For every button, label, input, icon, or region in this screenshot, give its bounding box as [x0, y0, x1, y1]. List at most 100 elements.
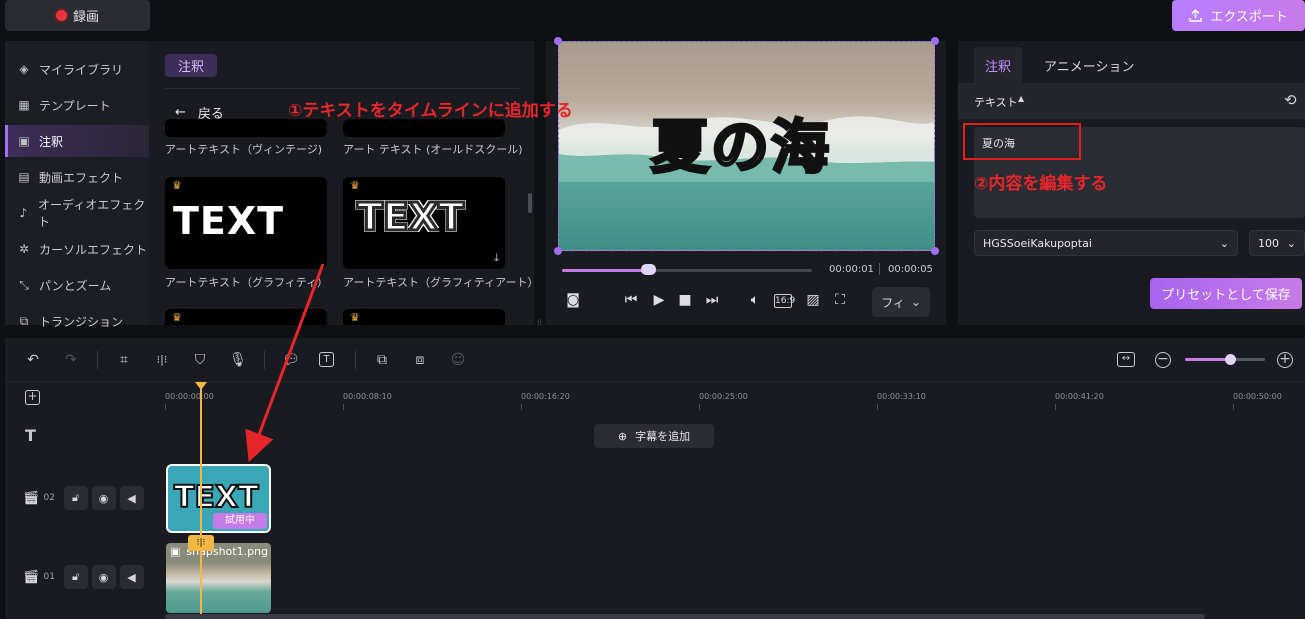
resize-handle[interactable] — [931, 247, 939, 255]
stop-icon[interactable]: ■ — [676, 292, 694, 308]
timeline-toolbar: ↶ ↷ ⌗ ⁝|⁝ ⛉ 🎙︎ 💬︎ T ⧉ ⧈ ☺ ↔ − + — [5, 338, 1305, 382]
subtitle-icon[interactable]: ⧉ — [373, 351, 391, 369]
sidebar-item-annotations[interactable]: ▣ 注釈 — [5, 125, 149, 157]
sidebar-item-pan-zoom[interactable]: ⤡ パンとズーム — [5, 269, 149, 301]
volume-icon[interactable]: 🔈︎ — [746, 292, 764, 308]
reset-icon[interactable]: ⟲ — [1284, 91, 1297, 109]
library-scrollbar[interactable] — [528, 193, 532, 213]
pan-zoom-icon: ⤡ — [19, 278, 29, 292]
text-clip[interactable]: TEXT 試用中 — [166, 464, 271, 533]
highlight-box — [963, 123, 1081, 160]
fit-timeline-icon[interactable]: ↔ — [1117, 352, 1135, 367]
playhead[interactable] — [200, 382, 202, 619]
step-back-icon[interactable]: ⏮ — [622, 292, 640, 308]
sidebar-item-label: 注釈 — [39, 134, 64, 149]
fullscreen-icon[interactable]: ⛶ — [831, 292, 849, 308]
font-size-dropdown[interactable]: 100 ⌄ — [1249, 230, 1305, 256]
sidebar-item-my-library[interactable]: ◈ マイライブラリ — [5, 53, 149, 85]
tab-animation[interactable]: アニメーション — [1044, 56, 1134, 75]
library-category-tag: 注釈 — [165, 54, 217, 77]
playback-progress-knob[interactable] — [641, 264, 656, 275]
lock-icon[interactable]: 🔓︎ — [63, 565, 88, 589]
preview-canvas[interactable]: 夏の海 — [558, 41, 935, 251]
split-icon[interactable]: ⁝|⁝ — [153, 351, 171, 369]
overlay-title-text[interactable]: 夏の海 — [649, 100, 831, 184]
eye-icon[interactable]: ◉ — [91, 565, 116, 589]
audio-effect-icon: ♪ — [19, 206, 28, 220]
crop-icon[interactable]: ⌗ — [115, 351, 133, 369]
eye-icon[interactable]: ◉ — [91, 486, 116, 510]
instruction-step2: ②内容を編集する — [974, 174, 1108, 194]
tab-annotation[interactable]: 注釈 — [974, 47, 1022, 83]
ruler-tick — [343, 404, 344, 410]
sidebar-item-templates[interactable]: ▦ テンプレート — [5, 89, 149, 121]
sidebar-item-audio-effects[interactable]: ♪ オーディオエフェクト — [5, 197, 149, 229]
zoom-out-icon[interactable]: − — [1155, 352, 1171, 368]
timeline-panel: ↶ ↷ ⌗ ⁝|⁝ ⛉ 🎙︎ 💬︎ T ⧉ ⧈ ☺ ↔ − + 00:00:00… — [5, 338, 1305, 619]
add-track-button[interactable]: + — [25, 390, 40, 405]
mute-icon[interactable]: ◀ — [119, 565, 144, 589]
library-item-label: アートテキスト（ヴィンテージ) — [165, 143, 323, 156]
ruler-tick — [521, 404, 522, 410]
library-item-vintage[interactable] — [165, 119, 327, 137]
library-item-old-school[interactable] — [343, 119, 505, 137]
camera-icon[interactable]: ◙ — [564, 292, 582, 308]
sidebar-item-label: マイライブラリ — [39, 62, 124, 77]
library-item-graffiti-art[interactable]: ♛ TEXT ⤓ — [343, 177, 505, 269]
record-button[interactable]: 録画 — [5, 0, 150, 31]
text-section-header[interactable]: テキスト ▲ ⟲ — [958, 83, 1305, 119]
text-to-speech-icon[interactable]: ⧈ — [411, 351, 429, 369]
ruler-tick — [1233, 404, 1234, 410]
resize-handle[interactable] — [931, 37, 939, 45]
aspect-ratio-icon[interactable]: 16:9 — [774, 294, 795, 308]
avatar-icon[interactable]: ☺ — [449, 351, 467, 369]
save-preset-button[interactable]: プリセットとして保存 — [1150, 278, 1302, 309]
cursor-effect-icon: ✲ — [18, 242, 30, 256]
panel-resize-handle[interactable]: ⁞⁞ — [537, 318, 542, 327]
undo-icon[interactable]: ↶ — [24, 351, 42, 369]
font-size-value: 100 — [1258, 236, 1279, 250]
image-clip[interactable]: ▣ snapshot1.png — [166, 543, 271, 613]
split-marker[interactable]: ⁝|⁝ — [188, 535, 214, 551]
sidebar-item-cursor-effects[interactable]: ✲ カーソルエフェクト — [5, 233, 149, 265]
play-icon[interactable]: ▶ — [650, 292, 668, 308]
font-dropdown[interactable]: HGSSoeiKakupoptai ⌄ — [974, 230, 1238, 256]
chevron-down-icon: ⌄ — [910, 295, 921, 309]
mute-icon[interactable]: ◀ — [119, 486, 144, 510]
upload-icon — [1189, 9, 1202, 22]
sidebar-item-label: 動画エフェクト — [39, 170, 124, 185]
record-label: 録画 — [72, 10, 99, 25]
chevron-down-icon: ⌄ — [1286, 236, 1296, 250]
resize-handle[interactable] — [554, 247, 562, 255]
video-effect-icon: ▤ — [18, 170, 30, 184]
top-bar: 録画 エクスポート — [0, 0, 1305, 36]
instruction-step1: ①テキストをタイムラインに追加する — [288, 101, 573, 121]
timeline-scrollbar[interactable] — [165, 614, 1205, 619]
template-icon: ▦ — [18, 98, 30, 112]
redo-icon[interactable]: ↷ — [62, 351, 80, 369]
sidebar-item-video-effects[interactable]: ▤ 動画エフェクト — [5, 161, 149, 193]
resize-handle[interactable] — [554, 37, 562, 45]
step-forward-icon[interactable]: ⏭ — [703, 292, 721, 308]
safe-zone-icon[interactable]: ▨ — [804, 292, 822, 308]
zoom-in-icon[interactable]: + — [1277, 352, 1293, 368]
crown-icon: ♛ — [172, 311, 182, 324]
text-track-icon: T — [25, 426, 36, 445]
font-value: HGSSoeiKakupoptai — [983, 236, 1092, 250]
export-button[interactable]: エクスポート — [1172, 0, 1305, 31]
lock-icon[interactable]: 🔓︎ — [63, 486, 88, 510]
download-icon[interactable]: ⤓ — [494, 251, 499, 265]
image-clip-label: ▣ snapshot1.png — [170, 545, 268, 558]
add-caption-button[interactable]: ⊕ 字幕を追加 — [594, 424, 714, 448]
shield-icon[interactable]: ⛉ — [191, 351, 209, 369]
sidebar-item-transitions[interactable]: ⧉ トランジション — [5, 305, 149, 337]
library-item[interactable]: ♛ — [343, 309, 505, 325]
zoom-slider-knob[interactable] — [1225, 354, 1236, 365]
timeline-ruler[interactable]: 00:00:00:00 00:00:08:10 00:00:16:20 00:0… — [165, 382, 1305, 410]
track-number: 02 — [43, 493, 55, 503]
library-item-graffiti[interactable]: ♛ TEXT — [165, 177, 327, 269]
clapper-icon: 🎬︎ — [23, 569, 40, 585]
fit-dropdown[interactable]: フィ ⌄ — [872, 287, 930, 317]
plus-circle-icon: ⊕ — [617, 429, 628, 443]
ruler-tick — [877, 404, 878, 410]
